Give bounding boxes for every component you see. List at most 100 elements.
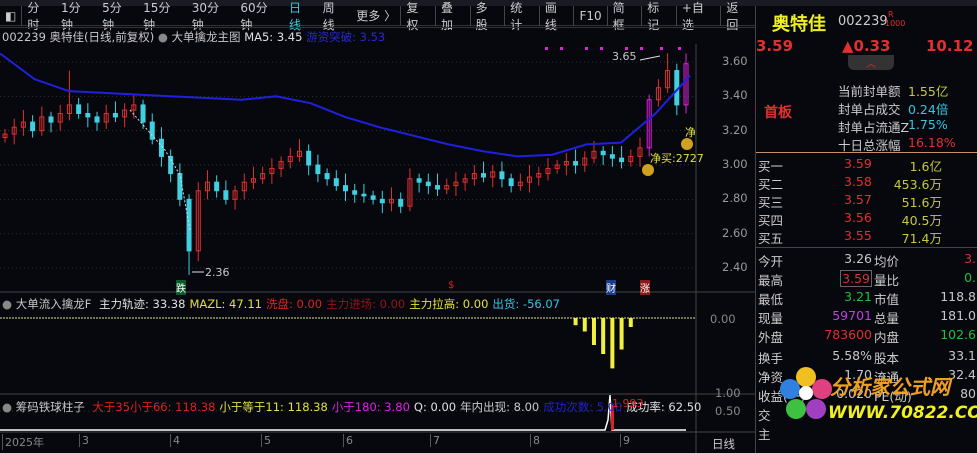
seal-key: 封单占流通Z xyxy=(838,120,910,135)
price-tick: 3.20 xyxy=(722,122,748,137)
chip-value-label: 1.993 xyxy=(612,397,644,410)
panel3-tick-2: 0.50 xyxy=(715,404,741,418)
indicator-field: Q: 0.00 xyxy=(413,400,457,414)
price-tick: 3.60 xyxy=(722,53,748,68)
seal-key: 封单占成交 xyxy=(838,102,901,117)
stat-key-2: 市值 xyxy=(874,292,900,307)
indicator-field: 小于180: 3.80 xyxy=(331,400,410,414)
candle-body xyxy=(361,193,367,197)
candle-body xyxy=(499,171,505,180)
indicator-name[interactable]: 大单擒龙主图 xyxy=(172,30,241,44)
stat-value-2: 0. xyxy=(964,270,976,285)
stat-value: 783600 xyxy=(824,327,872,342)
stat-value-2: 3. xyxy=(964,251,976,266)
candle-body xyxy=(214,181,220,192)
stat-value: 3.21 xyxy=(844,289,872,304)
bid-label: 买四 xyxy=(758,213,784,228)
bid-row[interactable]: 买二 3.58 453.6万 xyxy=(756,174,977,192)
stat-key-2: 总量 xyxy=(874,311,900,326)
quote-panel: 奥特佳 002239 R 1000 3.59 ▲0.33 10.12 ︿ 首板 … xyxy=(755,6,977,453)
watermark: 分析家公式网 WWW.70822.COM xyxy=(768,351,977,446)
stat-key-2: 量比 xyxy=(874,273,900,288)
candle-body xyxy=(352,190,358,195)
stat-value: 3.26 xyxy=(844,251,872,266)
candle-body xyxy=(370,195,376,200)
candle-body xyxy=(573,161,579,166)
seal-row: 封单占流通Z 1.75% xyxy=(756,117,977,135)
candle-body xyxy=(30,121,36,132)
flow-bar xyxy=(628,318,633,327)
ma5-value: MA5: 3.45 xyxy=(244,30,303,44)
seal-value: 1.55亿 xyxy=(908,84,949,99)
seal-value: 1.75% xyxy=(908,117,948,132)
indicator-field: 大于35小于66: 118.38 xyxy=(92,400,216,414)
price-tick: 3.00 xyxy=(722,157,748,171)
high-label: 3.65 xyxy=(612,50,637,63)
breakout-value: 游资突破: 3.53 xyxy=(306,30,386,44)
candle-body xyxy=(76,104,82,114)
candle-body xyxy=(435,185,441,190)
panel3-name[interactable]: 筹码铁球柱子 xyxy=(16,400,85,414)
stat-key: 最高 xyxy=(758,273,784,288)
candle-body xyxy=(112,112,118,118)
bid-label: 买二 xyxy=(758,177,784,192)
period-label[interactable]: 日线 xyxy=(712,436,735,452)
bid-volume: 40.5万 xyxy=(901,213,942,228)
bid-row[interactable]: 买三 3.57 51.6万 xyxy=(756,192,977,210)
price-tick: 3.40 xyxy=(722,88,748,103)
stat-row: 今开 3.26 均价 3. xyxy=(756,251,977,269)
collapse-icon[interactable]: ● xyxy=(2,400,12,414)
high-arrow xyxy=(639,55,661,61)
bid-volume: 51.6万 xyxy=(901,195,942,210)
panel3-header: ● 筹码铁球柱子 大于35小于66: 118.38 小于等于11: 118.38 小… xyxy=(2,399,701,415)
seal-key: 当前封单额 xyxy=(838,84,901,99)
collapse-icon[interactable]: ● xyxy=(2,297,12,311)
date-label: 6 xyxy=(343,434,353,447)
date-label: 9 xyxy=(620,434,630,447)
price-tick: 2.40 xyxy=(722,260,748,275)
candle-body xyxy=(600,150,606,156)
candle-body xyxy=(508,178,514,187)
indicator-field: 年内出现: 8.00 xyxy=(460,400,540,414)
stat-key-2: 均价 xyxy=(874,254,900,269)
bid-row[interactable]: 买五 3.55 71.4万 xyxy=(756,228,977,246)
watermark-url: WWW.70822.COM xyxy=(828,403,977,423)
stat-key-2: 内盘 xyxy=(874,330,900,345)
signal-dot xyxy=(585,47,588,50)
indicator-field: MAZL: 47.11 xyxy=(189,297,262,311)
kline-chart[interactable] xyxy=(0,0,755,453)
bid-price: 3.55 xyxy=(844,228,872,243)
candle-body xyxy=(481,173,487,178)
indicator-field: 小于等于11: 118.38 xyxy=(219,400,328,414)
signal-dot xyxy=(678,47,681,50)
date-label: 3 xyxy=(79,434,89,447)
flow-bar xyxy=(573,318,578,326)
stat-key: 外盘 xyxy=(758,330,784,345)
marker-dollar: $ xyxy=(448,280,455,291)
signal-dot xyxy=(600,47,603,50)
bid-row[interactable]: 买四 3.56 40.5万 xyxy=(756,210,977,228)
panel2-name[interactable]: 大单流入擒龙F xyxy=(16,297,92,311)
candle-body xyxy=(140,104,146,123)
collapse-button[interactable]: ︿ xyxy=(848,55,894,70)
stock-name: 奥特佳 xyxy=(772,14,826,35)
indicator-field: 主力拉高: 0.00 xyxy=(409,297,489,311)
flow-bar xyxy=(601,318,606,354)
candle-body xyxy=(85,112,91,118)
collapse-icon[interactable]: ● xyxy=(158,30,168,44)
candle-body xyxy=(94,116,100,123)
last-price: 3.59 xyxy=(756,37,794,55)
stat-key: 今开 xyxy=(758,254,784,269)
candle-body xyxy=(379,198,385,204)
divider xyxy=(0,27,755,28)
marker-rise: 涨 xyxy=(640,280,650,295)
date-label: 2025年 xyxy=(2,434,44,450)
net-buy-label-2: 净买 xyxy=(685,126,695,139)
signal-dot xyxy=(640,47,643,50)
seal-row: 当前封单额 1.55亿 xyxy=(756,81,977,99)
bid-row[interactable]: 买一 3.59 1.6亿 xyxy=(756,156,977,174)
candle-body xyxy=(306,150,312,166)
divider xyxy=(756,247,977,248)
signal-dot xyxy=(545,47,548,50)
candle-body xyxy=(315,164,321,175)
